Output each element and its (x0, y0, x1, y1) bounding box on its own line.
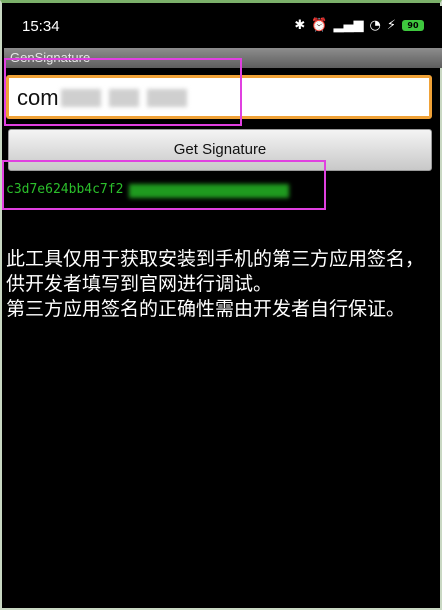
signal-icon: ▂▄▆ (333, 18, 364, 33)
app-frame: 15:34 ✱ ⏰ ▂▄▆ ◔ ⚡ 90 GenSignature com Ge… (0, 0, 442, 610)
obscured-text (147, 89, 187, 107)
charging-icon: ⚡ (386, 18, 396, 33)
signature-result: c3d7e624bb4c7f2 (4, 179, 424, 203)
description: 此工具仅用于获取安装到手机的第三方应用签名，供开发者填写到官网进行调试。 第三方… (6, 247, 436, 322)
app-title: GenSignature (10, 50, 91, 65)
signature-text: c3d7e624bb4c7f2 (6, 182, 124, 197)
battery-icon: 90 (402, 20, 424, 31)
alarm-icon: ⏰ (311, 18, 328, 33)
obscured-text (61, 89, 101, 107)
status-bar: 15:34 ✱ ⏰ ▂▄▆ ◔ ⚡ 90 (4, 6, 442, 48)
wifi-icon: ◔ (369, 18, 381, 33)
package-name-input[interactable]: com (6, 75, 432, 119)
status-icons: ✱ ⏰ ▂▄▆ ◔ ⚡ 90 (294, 18, 424, 33)
bluetooth-icon: ✱ (294, 18, 306, 33)
obscured-text (109, 89, 139, 107)
app-title-bar: GenSignature (4, 48, 442, 68)
package-name-value: com (17, 85, 59, 110)
get-signature-button[interactable]: Get Signature (8, 129, 432, 171)
description-line-1: 此工具仅用于获取安装到手机的第三方应用签名，供开发者填写到官网进行调试。 (6, 248, 425, 295)
obscured-signature (129, 184, 289, 198)
description-line-2: 第三方应用签名的正确性需由开发者自行保证。 (6, 298, 406, 320)
status-time: 15:34 (22, 18, 60, 35)
